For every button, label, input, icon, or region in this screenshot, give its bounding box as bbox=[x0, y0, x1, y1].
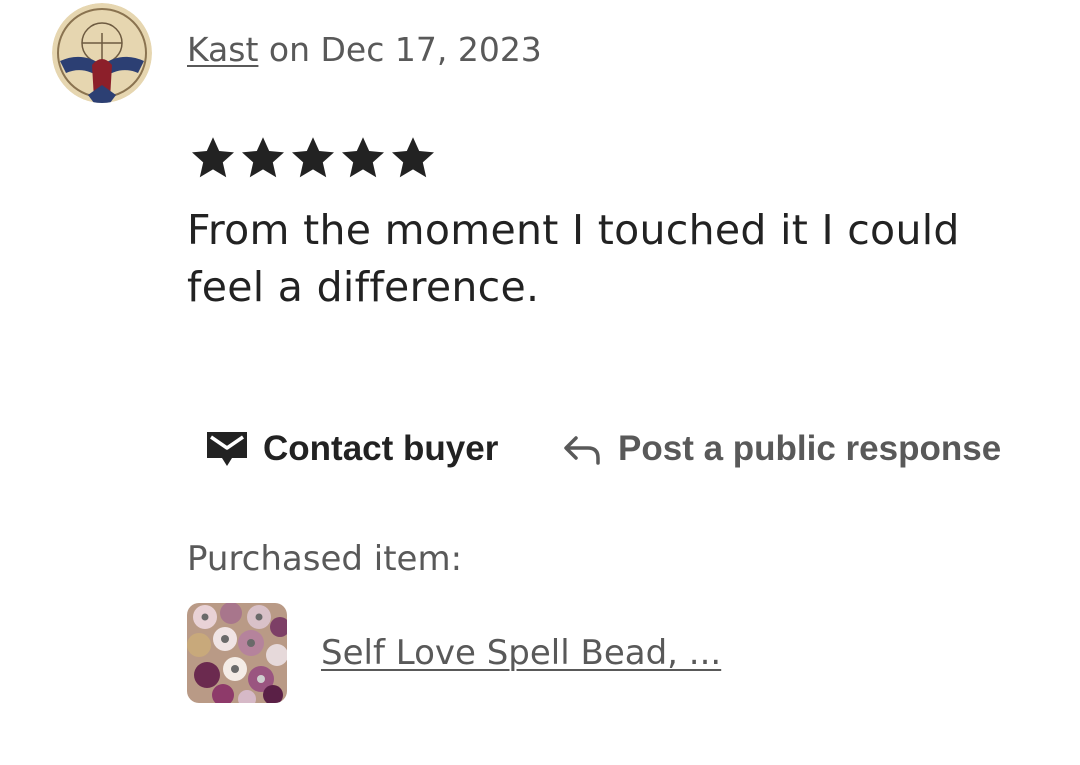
star-rating bbox=[188, 134, 438, 182]
item-thumbnail[interactable] bbox=[187, 603, 287, 703]
post-public-response-label: Post a public response bbox=[618, 429, 1002, 468]
star-icon bbox=[392, 137, 434, 178]
star-icon bbox=[292, 137, 334, 178]
contact-buyer-button[interactable]: Contact buyer bbox=[205, 426, 498, 472]
reviewer-avatar[interactable] bbox=[52, 3, 152, 103]
reviewer-name-link[interactable]: Kast bbox=[187, 30, 258, 69]
post-public-response-button[interactable]: Post a public response bbox=[562, 426, 1001, 472]
star-icon bbox=[242, 137, 284, 178]
contact-buyer-label: Contact buyer bbox=[263, 429, 499, 468]
star-icon bbox=[192, 137, 234, 178]
purchased-item-label: Purchased item: bbox=[187, 539, 463, 579]
envelope-icon bbox=[205, 429, 249, 469]
review-date: on Dec 17, 2023 bbox=[258, 30, 542, 69]
review-text: From the moment I touched it I could fee… bbox=[187, 206, 960, 311]
purchased-item-link[interactable]: Self Love Spell Bead, ... bbox=[321, 632, 721, 674]
reply-arrow-icon bbox=[562, 432, 604, 466]
review-byline: Kast on Dec 17, 2023 bbox=[187, 30, 542, 70]
star-icon bbox=[342, 137, 384, 178]
